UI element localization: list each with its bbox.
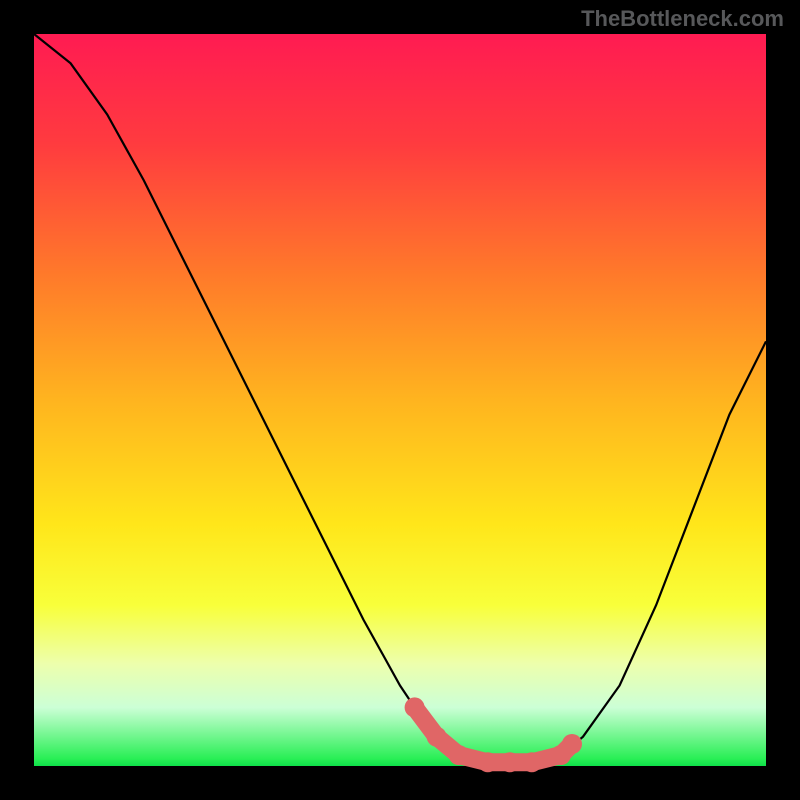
plot-area <box>34 34 766 766</box>
marker-dot <box>449 745 469 765</box>
curve-line <box>34 34 766 762</box>
marker-dot <box>405 697 425 717</box>
chart-svg <box>34 34 766 766</box>
markers-group <box>405 697 582 772</box>
marker-dot <box>500 752 520 772</box>
marker-dot <box>427 727 447 747</box>
marker-dot <box>562 734 582 754</box>
marker-dot <box>478 752 498 772</box>
watermark-text: TheBottleneck.com <box>581 6 784 32</box>
marker-dot <box>522 752 542 772</box>
